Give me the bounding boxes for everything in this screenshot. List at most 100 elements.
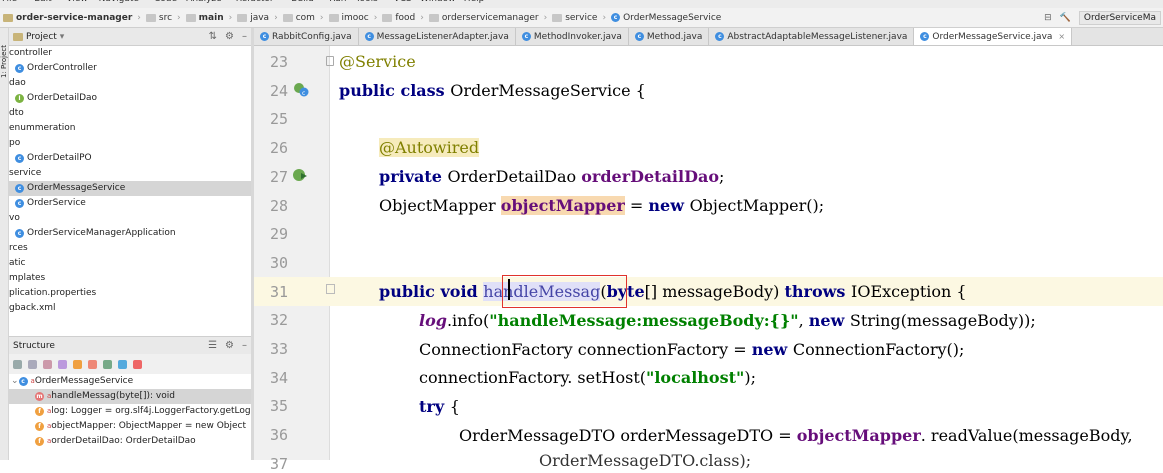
breadcrumb-separator: ›: [543, 12, 548, 23]
sort-visibility-icon[interactable]: [28, 359, 37, 369]
show-lambdas-icon[interactable]: [118, 359, 127, 369]
spring-bean-class-icon[interactable]: c: [292, 81, 310, 97]
folder-icon: [282, 13, 293, 22]
structure-item[interactable]: fa log: Logger = org.slf4j.LoggerFactory…: [9, 404, 251, 419]
breadcrumb-java[interactable]: java: [234, 13, 272, 23]
collapse-all-icon[interactable]: ⇅: [209, 31, 217, 42]
field-icon: f: [35, 422, 44, 431]
fold-marker-icon[interactable]: [326, 56, 334, 66]
tree-item[interactable]: rces: [9, 241, 251, 256]
menu-item-window[interactable]: Window: [420, 0, 456, 4]
navigation-bar: order-service-manager › src › main › java › com…: [0, 8, 1163, 28]
tree-item[interactable]: service: [9, 166, 251, 181]
breadcrumb-separator: ›: [137, 12, 141, 23]
menu-item-code[interactable]: Code: [154, 0, 177, 4]
menu-item-refactor[interactable]: Refactor: [236, 0, 274, 4]
structure-item-label: handleMessag(byte[]): void: [51, 391, 175, 401]
build-hammer-icon[interactable]: 🔨: [1060, 13, 1071, 23]
menu-item-analyze[interactable]: Analyze: [186, 0, 221, 4]
breadcrumb-service[interactable]: service: [549, 13, 600, 23]
sort-icon[interactable]: ☰: [208, 340, 217, 351]
code-line-34: connectionFactory. setHost("localhost");: [419, 368, 756, 387]
tree-item[interactable]: gback.xml: [9, 301, 251, 316]
show-inherited-icon[interactable]: [73, 359, 82, 369]
tree-item[interactable]: po: [9, 136, 251, 151]
breadcrumb-com[interactable]: com: [280, 13, 318, 23]
line-number: 29: [269, 225, 288, 244]
breadcrumb-food[interactable]: food: [379, 13, 418, 23]
run-configuration-dropdown[interactable]: OrderServiceMa: [1078, 11, 1161, 25]
back-icon[interactable]: ⊟: [1044, 13, 1052, 23]
breadcrumb-separator: ›: [602, 12, 607, 23]
menu-item-file[interactable]: File: [2, 0, 17, 4]
menu-item-help[interactable]: Help: [464, 0, 485, 4]
structure-item[interactable]: ⌄ ca OrderMessageService: [9, 374, 251, 389]
sort-alpha-icon[interactable]: [13, 359, 22, 369]
folder-icon: [428, 13, 439, 22]
tree-item[interactable]: dao: [9, 76, 251, 91]
code-line-31: public void handleMessag(byte[] messageB…: [379, 282, 967, 301]
class-icon: c: [18, 377, 28, 386]
tree-item[interactable]: I OrderDetailDao: [9, 91, 251, 106]
breadcrumb-imooc[interactable]: imooc: [326, 13, 372, 23]
show-properties-icon[interactable]: [58, 359, 67, 369]
folder-icon: [237, 13, 248, 22]
line-number: 23: [269, 53, 288, 71]
menu-item-run[interactable]: Run: [329, 0, 346, 4]
settings-gear-icon[interactable]: ⚙: [225, 340, 234, 351]
tree-item[interactable]: c OrderService: [9, 196, 251, 211]
menu-item-tools[interactable]: Tools: [356, 0, 378, 4]
tree-item[interactable]: enummeration: [9, 121, 251, 136]
structure-item[interactable]: ma handleMessag(byte[]): void: [9, 389, 251, 404]
tree-item[interactable]: controller: [9, 46, 251, 61]
tree-item[interactable]: c OrderServiceManagerApplication: [9, 226, 251, 241]
tree-item[interactable]: c OrderController: [9, 61, 251, 76]
hide-panel-icon[interactable]: –: [242, 31, 247, 42]
show-anonymous-icon[interactable]: [88, 359, 97, 369]
breadcrumb-file[interactable]: c OrderMessageService: [608, 13, 724, 23]
menu-item-build[interactable]: Build: [291, 0, 314, 4]
breadcrumb-main[interactable]: main: [183, 13, 227, 23]
project-tool-window-stripe[interactable]: 1: Project: [0, 28, 9, 460]
menu-item-edit[interactable]: Edit: [34, 0, 51, 4]
close-tab-icon[interactable]: ×: [1058, 32, 1065, 41]
tree-item[interactable]: mplates: [9, 271, 251, 286]
editor-tab[interactable]: c AbstractAdaptableMessageListener.java: [709, 28, 915, 45]
settings-gear-icon[interactable]: ⚙: [225, 31, 234, 42]
field-icon: f: [35, 407, 44, 416]
editor-tab[interactable]: c MethodInvoker.java: [516, 28, 629, 45]
tree-item[interactable]: c OrderMessageService: [9, 181, 251, 196]
breadcrumb-separator: ›: [274, 12, 278, 23]
menu-item-vcs[interactable]: VCS: [394, 0, 412, 4]
editor-tab[interactable]: c MessageListenerAdapter.java: [359, 28, 516, 45]
tree-item[interactable]: plication.properties: [9, 286, 251, 301]
show-fields-icon[interactable]: [43, 359, 52, 369]
class-icon: c: [920, 32, 930, 41]
autoscroll-icon[interactable]: [133, 359, 142, 369]
tree-item[interactable]: dto: [9, 106, 251, 121]
tree-item[interactable]: vo: [9, 211, 251, 226]
tree-item-label: OrderMessageService: [27, 183, 126, 193]
expand-arrow-icon[interactable]: ⌄: [11, 374, 19, 389]
breadcrumb-orderservicemanager[interactable]: orderservicemanager: [426, 13, 542, 23]
editor-tab[interactable]: c Method.java: [629, 28, 710, 45]
editor-tab[interactable]: c RabbitConfig.java: [254, 28, 359, 45]
autowired-navigation-icon[interactable]: [292, 167, 310, 183]
dropdown-arrow-icon[interactable]: ▾: [60, 32, 65, 42]
fold-marker-icon[interactable]: [326, 284, 335, 294]
tree-item[interactable]: atic: [9, 256, 251, 271]
class-icon: c: [15, 184, 24, 193]
hide-panel-icon[interactable]: –: [242, 340, 247, 351]
breadcrumb-project[interactable]: order-service-manager: [0, 13, 135, 23]
structure-item[interactable]: fa orderDetailDao: OrderDetailDao: [9, 434, 251, 449]
code-line-24: public class OrderMessageService {: [339, 81, 646, 100]
menu-item-view[interactable]: View: [66, 0, 87, 4]
filter-icon[interactable]: [103, 359, 112, 369]
breadcrumb-src[interactable]: src: [143, 13, 175, 23]
class-icon: c: [15, 199, 24, 208]
tree-item[interactable]: c OrderDetailPO: [9, 151, 251, 166]
structure-item[interactable]: fa objectMapper: ObjectMapper = new Obje…: [9, 419, 251, 434]
menu-item-navigate[interactable]: Navigate: [99, 0, 139, 4]
editor-tab[interactable]: c OrderMessageService.java ×: [914, 28, 1073, 45]
project-panel-header: Project ▾ ⇅ ⚙ –: [9, 28, 251, 46]
